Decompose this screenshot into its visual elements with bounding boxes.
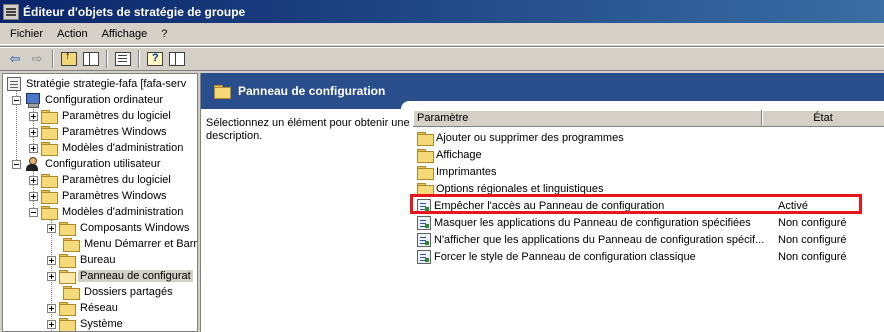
column-header-param[interactable]: Paramètre (413, 110, 762, 127)
action-pane-icon (169, 51, 185, 66)
expand-icon[interactable] (47, 255, 56, 265)
export-list-button[interactable] (112, 49, 134, 69)
tree-item-system[interactable]: Système (47, 316, 125, 331)
list-item-folder[interactable]: Affichage (413, 146, 884, 163)
folder-icon (41, 174, 58, 188)
tree-item-user-admin[interactable]: Modèles d'administration (29, 204, 185, 220)
tree-item-user-config[interactable]: Configuration utilisateur (12, 156, 163, 172)
folder-icon (59, 222, 76, 236)
setting-icon (417, 215, 431, 230)
tree-item-computer-admin[interactable]: Modèles d'administration (29, 140, 185, 156)
setting-icon (417, 249, 431, 264)
list-item-folder[interactable]: Imprimantes (413, 163, 884, 180)
folder-icon (41, 126, 58, 140)
expand-icon[interactable] (47, 223, 56, 233)
header-curve (401, 101, 884, 109)
menu-action[interactable]: Action (51, 28, 94, 40)
export-list-icon (115, 51, 131, 66)
tree-item-computer-config[interactable]: Configuration ordinateur (12, 92, 165, 108)
folder-icon (59, 318, 76, 331)
menu-affichage[interactable]: Affichage (96, 28, 154, 40)
collapse-icon[interactable] (12, 159, 21, 169)
setting-state: Non configuré (778, 233, 847, 246)
list-item-folder[interactable]: Ajouter ou supprimer des programmes (413, 129, 884, 146)
description-text: Sélectionnez un élément pour obtenir une… (206, 117, 410, 142)
menu-bar: Fichier Action Affichage ? (0, 23, 884, 45)
tree-item-network[interactable]: Réseau (47, 300, 120, 316)
tree-item-windows-components[interactable]: Composants Windows (47, 220, 191, 236)
menu-help[interactable]: ? (155, 28, 173, 40)
menu-fichier[interactable]: Fichier (4, 28, 49, 40)
console-tree[interactable]: Stratégie strategie-fafa [fafa-serv Conf… (2, 73, 198, 332)
user-icon (24, 156, 40, 172)
folder-icon (41, 142, 58, 156)
tree-item-control-panel[interactable]: Panneau de configurat (47, 268, 193, 284)
tree-item-computer-windows[interactable]: Paramètres Windows (29, 124, 169, 140)
toolbar: ⇦ ⇨ (0, 46, 884, 71)
folder-icon (63, 238, 80, 252)
folder-icon (417, 148, 434, 163)
folder-icon (41, 110, 58, 124)
folder-icon (417, 165, 434, 180)
tree-item-root[interactable]: Stratégie strategie-fafa [fafa-serv (5, 76, 188, 92)
up-one-level-button[interactable] (58, 49, 80, 69)
tree-item-desktop[interactable]: Bureau (47, 252, 117, 268)
help-button[interactable] (144, 49, 166, 69)
expand-icon[interactable] (29, 191, 38, 201)
list-header: Paramètre État (413, 110, 884, 127)
toolbar-separator (106, 49, 108, 68)
setting-icon (417, 232, 431, 247)
list-item-setting[interactable]: Forcer le style de Panneau de configurat… (413, 248, 884, 265)
collapse-icon[interactable] (29, 207, 38, 217)
tree-item-shared-folders[interactable]: Dossiers partagés (60, 284, 175, 300)
forward-arrow-icon[interactable]: ⇨ (26, 49, 48, 69)
folder-icon (41, 190, 58, 204)
expand-icon[interactable] (47, 303, 56, 313)
folder-icon (417, 182, 434, 197)
list-item-setting[interactable]: Masquer les applications du Panneau de c… (413, 214, 884, 231)
tree-item-start-menu[interactable]: Menu Démarrer et Barr (60, 236, 197, 252)
expand-icon[interactable] (29, 143, 38, 153)
folder-up-icon (61, 50, 77, 66)
help-icon (147, 51, 163, 66)
tree-item-computer-software[interactable]: Paramètres du logiciel (29, 108, 173, 124)
folder-icon (63, 286, 80, 300)
policy-icon (7, 77, 21, 91)
details-title: Panneau de configuration (238, 84, 386, 98)
show-hide-action-pane-button[interactable] (166, 49, 188, 69)
expand-icon[interactable] (47, 271, 56, 281)
title-bar: Éditeur d'objets de stratégie de groupe (0, 0, 884, 23)
highlight-box (410, 194, 862, 214)
folder-icon (214, 85, 231, 99)
expand-icon[interactable] (29, 175, 38, 185)
gpo-editor-app-icon[interactable] (3, 3, 19, 20)
tree-item-user-windows[interactable]: Paramètres Windows (29, 188, 169, 204)
folder-icon (59, 302, 76, 316)
open-folder-icon (59, 270, 76, 284)
toolbar-separator (52, 49, 54, 68)
console-tree-icon (83, 51, 99, 66)
setting-state: Non configuré (778, 216, 847, 229)
expand-icon[interactable] (29, 127, 38, 137)
window-title: Éditeur d'objets de stratégie de groupe (23, 4, 246, 19)
expand-icon[interactable] (29, 111, 38, 121)
tree-item-user-software[interactable]: Paramètres du logiciel (29, 172, 173, 188)
expand-icon[interactable] (47, 319, 56, 329)
back-arrow-icon[interactable]: ⇦ (4, 49, 26, 69)
column-header-state[interactable]: État (762, 110, 884, 127)
list-item-setting[interactable]: N'afficher que les applications du Panne… (413, 231, 884, 248)
folder-icon (41, 206, 58, 220)
computer-icon (24, 93, 40, 108)
collapse-icon[interactable] (12, 95, 21, 105)
folder-icon (59, 254, 76, 268)
folder-icon (417, 131, 434, 146)
toolbar-separator (138, 49, 140, 68)
setting-state: Non configuré (778, 250, 847, 263)
show-hide-tree-button[interactable] (80, 49, 102, 69)
